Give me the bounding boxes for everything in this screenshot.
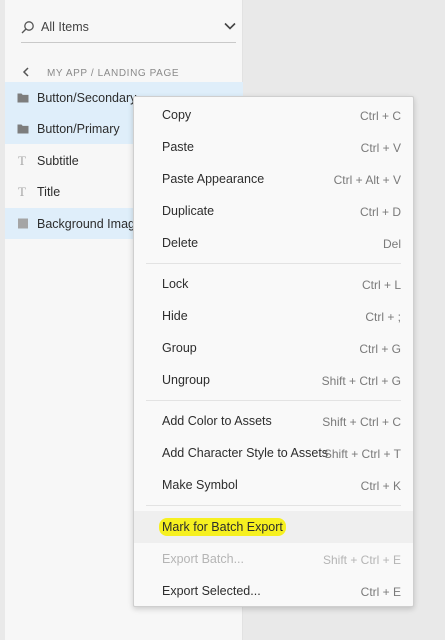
menu-item-shortcut: Ctrl + G (359, 342, 401, 356)
menu-item-delete[interactable]: Delete Del (134, 228, 413, 258)
menu-item-shortcut: Shift + Ctrl + G (321, 374, 401, 388)
menu-item-label: Group (162, 341, 197, 355)
menu-item-label: Hide (162, 309, 188, 323)
menu-item-paste[interactable]: Paste Ctrl + V (134, 132, 413, 162)
text-icon: T (18, 153, 26, 168)
menu-item-ungroup[interactable]: Ungroup Shift + Ctrl + G (134, 365, 413, 395)
menu-item-label: Export Batch... (162, 552, 244, 566)
menu-item-lock[interactable]: Lock Ctrl + L (134, 269, 413, 299)
menu-item-group[interactable]: Group Ctrl + G (134, 333, 413, 363)
menu-item-label: Add Color to Assets (162, 414, 272, 428)
menu-item-label: Delete (162, 236, 199, 250)
menu-item-shortcut: Del (382, 237, 401, 251)
folder-icon (17, 124, 29, 134)
menu-item-label: Add Character Style to Assets (162, 446, 329, 460)
menu-divider (146, 505, 401, 506)
layer-label: Subtitle (37, 154, 79, 168)
menu-item-label: Duplicate (162, 204, 215, 218)
rectangle-icon (18, 218, 28, 229)
folder-icon (17, 93, 29, 103)
layer-label: Title (37, 185, 61, 199)
menu-item-shortcut: Ctrl + ; (365, 310, 401, 324)
menu-item-paste-appearance[interactable]: Paste Appearance Ctrl + Alt + V (134, 164, 413, 194)
menu-item-shortcut: Shift + Ctrl + E (322, 553, 401, 567)
menu-item-label: Ungroup (162, 373, 210, 387)
chevron-down-icon[interactable] (224, 20, 236, 32)
search-value: All Items (41, 20, 89, 34)
menu-item-add-color-to-assets[interactable]: Add Color to Assets Shift + Ctrl + C (134, 406, 413, 436)
menu-item-label: Make Symbol (162, 478, 238, 492)
menu-item-shortcut: Ctrl + L (361, 278, 401, 292)
layer-label: Button/Secondary (37, 91, 137, 105)
menu-item-export-batch: Export Batch... Shift + Ctrl + E (134, 544, 413, 574)
back-arrow-icon[interactable] (21, 66, 31, 78)
breadcrumb-path: MY APP / LANDING PAGE (47, 68, 180, 79)
menu-item-make-symbol[interactable]: Make Symbol Ctrl + K (134, 470, 413, 500)
breadcrumb: MY APP / LANDING PAGE (21, 66, 236, 82)
menu-item-label: Lock (162, 277, 189, 291)
menu-item-hide[interactable]: Hide Ctrl + ; (134, 301, 413, 331)
layer-label: Button/Primary (37, 122, 120, 136)
menu-item-shortcut: Shift + Ctrl + T (323, 447, 401, 461)
menu-item-shortcut: Ctrl + Alt + V (333, 173, 401, 187)
menu-item-label: Paste (162, 140, 194, 154)
text-icon: T (18, 184, 26, 199)
menu-item-shortcut: Ctrl + V (360, 141, 401, 155)
highlight-marker: Mark for Batch Export (159, 518, 286, 536)
menu-item-shortcut: Ctrl + E (360, 585, 401, 599)
menu-item-shortcut: Ctrl + D (359, 205, 401, 219)
menu-item-add-character-style-to-assets[interactable]: Add Character Style to Assets Shift + Ct… (134, 438, 413, 468)
context-menu: Copy Ctrl + C Paste Ctrl + V Paste Appea… (133, 96, 414, 607)
menu-item-mark-for-batch-export[interactable]: Mark for Batch Export (134, 511, 413, 543)
menu-item-duplicate[interactable]: Duplicate Ctrl + D (134, 196, 413, 226)
menu-item-label: Paste Appearance (162, 172, 265, 186)
menu-item-label: Export Selected... (162, 584, 261, 598)
menu-divider (146, 400, 401, 401)
search-icon (21, 21, 34, 34)
menu-item-label: Mark for Batch Export (159, 518, 286, 536)
search-field[interactable]: All Items (21, 12, 236, 43)
menu-item-shortcut: Ctrl + K (360, 479, 401, 493)
menu-divider (146, 263, 401, 264)
menu-item-shortcut: Shift + Ctrl + C (322, 415, 401, 429)
menu-item-export-selected[interactable]: Export Selected... Ctrl + E (134, 576, 413, 606)
menu-item-label: Copy (162, 108, 192, 122)
layer-label: Background Image (37, 217, 142, 231)
menu-item-shortcut: Ctrl + C (359, 109, 401, 123)
menu-item-copy[interactable]: Copy Ctrl + C (134, 100, 413, 130)
